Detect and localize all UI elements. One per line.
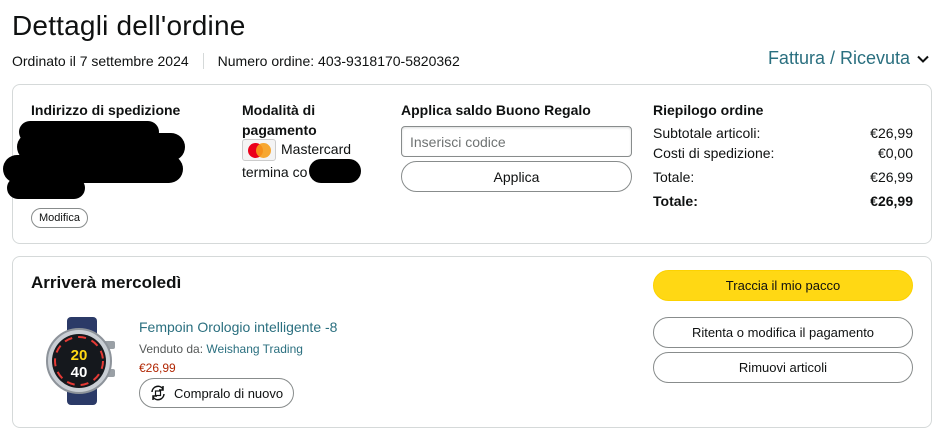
watch-hour: 20: [71, 347, 88, 364]
invoice-label: Fattura / Ricevuta: [767, 48, 910, 68]
summary-value: €0,00: [877, 145, 913, 161]
apply-gift-button[interactable]: Applica: [401, 161, 632, 192]
gift-heading: Applica saldo Buono Regalo: [401, 102, 591, 118]
card-brand: Mastercard: [281, 141, 352, 157]
buy-again-icon: [151, 385, 165, 401]
order-meta: Ordinato il 7 settembre 2024 Numero ordi…: [12, 53, 460, 69]
grand-total-value: €26,99: [870, 193, 913, 209]
summary-label: Subtotale articoli:: [653, 125, 761, 141]
summary-row: Subtotale articoli: €26,99: [653, 123, 913, 143]
summary-label: Costi di spedizione:: [653, 145, 775, 161]
summary-value: €26,99: [870, 169, 913, 185]
summary-row: Totale: €26,99: [653, 167, 913, 187]
retry-payment-button[interactable]: Ritenta o modifica il pagamento: [653, 317, 913, 348]
summary-heading: Riepilogo ordine: [653, 102, 764, 118]
summary-row: Costi di spedizione: €0,00: [653, 143, 913, 163]
track-package-button[interactable]: Traccia il mio pacco: [653, 270, 913, 301]
summary-value: €26,99: [870, 125, 913, 141]
sold-by-label: Venduto da:: [139, 342, 204, 356]
edit-address-button[interactable]: Modifica: [31, 208, 88, 228]
product-title-link[interactable]: Fempoin Orologio intelligente -8: [139, 319, 337, 335]
payment-heading-line2: pagamento: [242, 122, 317, 138]
grand-total-label: Totale:: [653, 193, 698, 209]
summary-grand-total: Totale: €26,99: [653, 191, 913, 211]
seller-link[interactable]: Weishang Trading: [206, 342, 303, 356]
buy-again-label: Compralo di nuovo: [174, 385, 284, 401]
order-date: Ordinato il 7 settembre 2024: [12, 53, 189, 69]
page-title: Dettagli dell'ordine: [12, 10, 246, 41]
shipment-card: Arriverà mercoledì 20 40 Fempoin Orologi…: [12, 256, 932, 428]
seller-info: Venduto da: Weishang Trading: [139, 342, 303, 356]
summary-label: Totale:: [653, 169, 695, 185]
card-ending: termina co: [242, 164, 308, 180]
meta-divider: [202, 53, 204, 69]
order-summary: Subtotale articoli: €26,99 Costi di sped…: [653, 123, 913, 211]
mastercard-icon: [242, 139, 276, 161]
redacted-card-digits: [309, 159, 361, 183]
remove-items-button[interactable]: Rimuovi articoli: [653, 352, 913, 383]
chevron-down-icon: [917, 55, 929, 63]
invoice-dropdown[interactable]: Fattura / Ricevuta: [768, 48, 930, 69]
shipping-heading: Indirizzo di spedizione: [31, 102, 181, 118]
order-info-card: Indirizzo di spedizione Modifica Modalit…: [3, 84, 932, 244]
delivery-heading: Arriverà mercoledì: [31, 273, 182, 292]
product-price: €26,99: [139, 361, 176, 375]
payment-heading-line1: Modalità di: [242, 102, 316, 118]
gift-code-input[interactable]: [401, 126, 632, 157]
watch-minute: 40: [71, 364, 88, 381]
buy-again-button[interactable]: Compralo di nuovo: [139, 378, 295, 408]
order-number: Numero ordine: 403-9318170-5820362: [217, 53, 460, 69]
smartwatch-image[interactable]: 20 40: [41, 317, 121, 405]
